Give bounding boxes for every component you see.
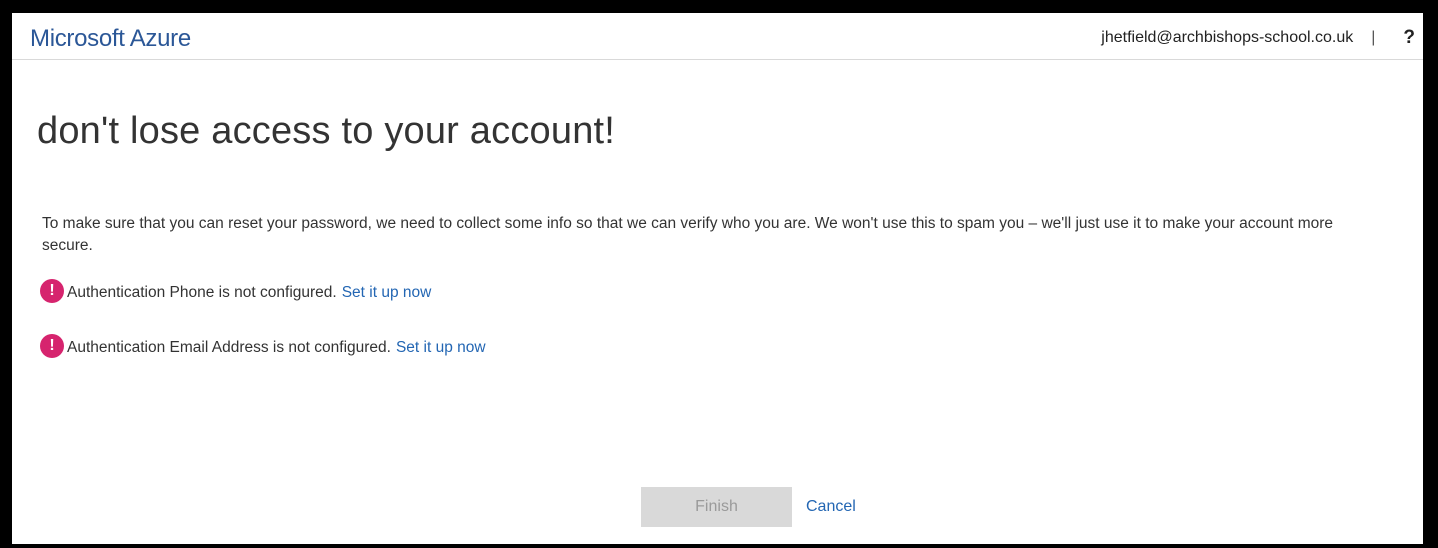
cancel-link[interactable]: Cancel [806,498,856,516]
warning-phone-text: Authentication Phone is not configured. [67,284,337,301]
setup-phone-link[interactable]: Set it up now [342,283,432,303]
screenshot-frame: Microsoft Azure jhetfield@archbishops-sc… [0,0,1438,548]
warning-phone: ! Authentication Phone is not configured… [40,279,432,303]
exclamation-circle-icon: ! [40,279,64,303]
page-title: don't lose access to your account! [37,110,616,152]
top-bar: Microsoft Azure jhetfield@archbishops-sc… [12,13,1423,60]
warning-email: ! Authentication Email Address is not co… [40,334,486,358]
warning-email-text: Authentication Email Address is not conf… [67,339,391,356]
user-area: jhetfield@archbishops-school.co.uk | ? [1101,27,1415,49]
exclamation-circle-icon: ! [40,334,64,358]
intro-text: To make sure that you can reset your pas… [42,215,1334,254]
separator: | [1371,29,1376,46]
azure-logo-text: Microsoft Azure [30,25,191,52]
main-content: don't lose access to your account! To ma… [12,60,1423,544]
browser-window: Microsoft Azure jhetfield@archbishops-sc… [12,13,1423,544]
finish-button[interactable]: Finish [641,487,792,527]
setup-email-link[interactable]: Set it up now [396,338,486,358]
help-icon[interactable]: ? [1403,27,1415,49]
user-email[interactable]: jhetfield@archbishops-school.co.uk [1101,29,1353,47]
